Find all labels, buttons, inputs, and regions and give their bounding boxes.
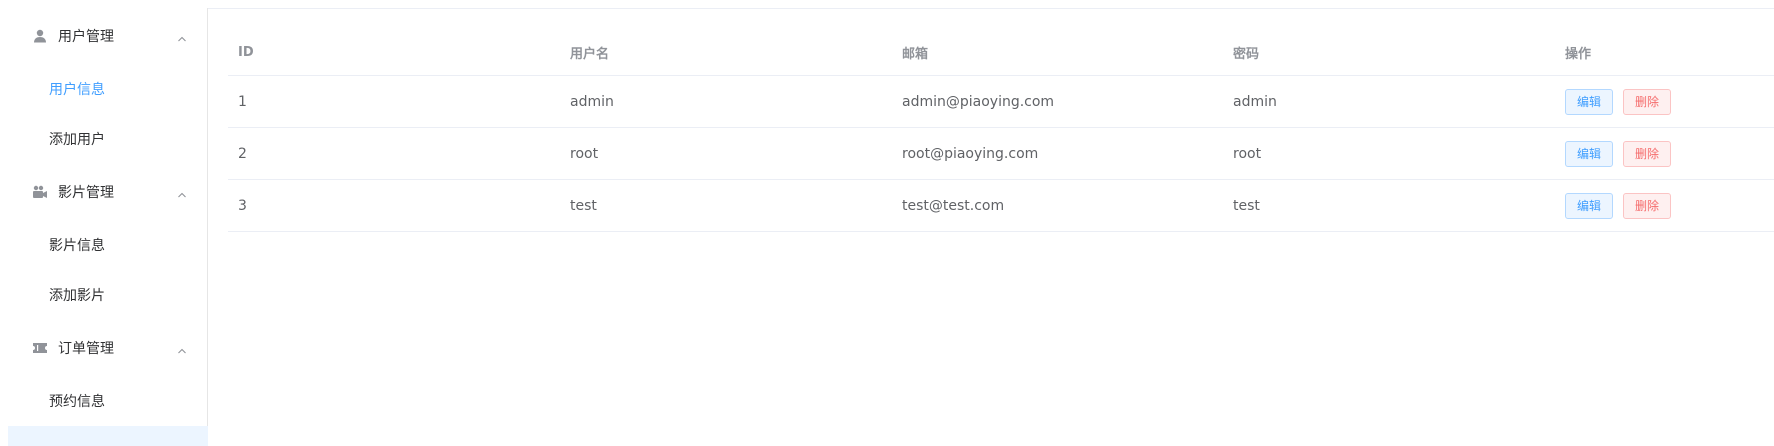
chevron-up-icon <box>176 186 188 198</box>
sidebar-item-add-user[interactable]: 添加用户 <box>8 114 208 164</box>
cell-password: test <box>1233 197 1260 214</box>
column-header-email: 邮箱 <box>902 47 929 62</box>
submenu-title-label: 用户管理 <box>58 29 114 45</box>
column-header-username: 用户名 <box>570 47 610 62</box>
sidebar-item-label: 添加用户 <box>49 132 105 148</box>
user-icon <box>32 28 48 44</box>
table-header-row: ID 用户名 邮箱 密码 操作 <box>228 30 1774 76</box>
user-table: ID 用户名 邮箱 密码 操作 1 admin admin@piaoying.c… <box>228 30 1774 232</box>
cell-password: root <box>1233 145 1262 162</box>
cell-id: 2 <box>238 145 247 162</box>
sidebar-item-add-film[interactable]: 添加影片 <box>8 270 208 320</box>
cell-actions: 编辑 删除 <box>1565 76 1681 127</box>
cell-password: admin <box>1233 93 1277 110</box>
sidebar-item-partial[interactable] <box>8 426 208 446</box>
sidebar-item-label: 影片信息 <box>49 238 105 254</box>
table-row: 1 admin admin@piaoying.com admin 编辑 删除 <box>228 76 1774 128</box>
ticket-icon <box>32 340 48 356</box>
cell-email: admin@piaoying.com <box>902 93 1055 110</box>
chevron-up-icon <box>176 342 188 354</box>
sidebar-item-label: 用户信息 <box>49 82 105 98</box>
submenu-title-label: 影片管理 <box>58 185 114 201</box>
table-row: 2 root root@piaoying.com root 编辑 删除 <box>228 128 1774 180</box>
column-header-id: ID <box>238 45 254 60</box>
cell-username: test <box>570 197 597 214</box>
submenu-title-label: 订单管理 <box>58 341 114 357</box>
cell-actions: 编辑 删除 <box>1565 180 1681 231</box>
submenu-user-management[interactable]: 用户管理 <box>8 8 208 64</box>
cell-email: test@test.com <box>902 197 1005 214</box>
delete-button[interactable]: 删除 <box>1623 192 1672 219</box>
edit-button[interactable]: 编辑 <box>1565 140 1614 167</box>
column-header-password: 密码 <box>1233 47 1260 62</box>
sidebar-menu: 用户管理 用户信息 添加用户 影片管理 影片信息 添加影片 订单管理 预约信息 <box>8 8 208 446</box>
edit-button[interactable]: 编辑 <box>1565 88 1614 115</box>
table-row: 3 test test@test.com test 编辑 删除 <box>228 180 1774 232</box>
cell-id: 3 <box>238 197 247 214</box>
sidebar-item-label: 添加影片 <box>49 288 105 304</box>
delete-button[interactable]: 删除 <box>1623 88 1672 115</box>
submenu-order-management[interactable]: 订单管理 <box>8 320 208 376</box>
submenu-film-management[interactable]: 影片管理 <box>8 164 208 220</box>
sidebar-item-user-info[interactable]: 用户信息 <box>8 64 208 114</box>
sidebar-item-film-info[interactable]: 影片信息 <box>8 220 208 270</box>
delete-button[interactable]: 删除 <box>1623 140 1672 167</box>
cell-username: root <box>570 145 599 162</box>
sidebar-item-label: 预约信息 <box>49 394 105 410</box>
chevron-up-icon <box>176 30 188 42</box>
edit-button[interactable]: 编辑 <box>1565 192 1614 219</box>
cell-username: admin <box>570 93 614 110</box>
video-camera-icon <box>32 184 48 200</box>
cell-email: root@piaoying.com <box>902 145 1039 162</box>
column-header-actions: 操作 <box>1565 47 1592 62</box>
sidebar-item-reservation-info[interactable]: 预约信息 <box>8 376 208 426</box>
cell-actions: 编辑 删除 <box>1565 128 1681 179</box>
cell-id: 1 <box>238 93 247 110</box>
